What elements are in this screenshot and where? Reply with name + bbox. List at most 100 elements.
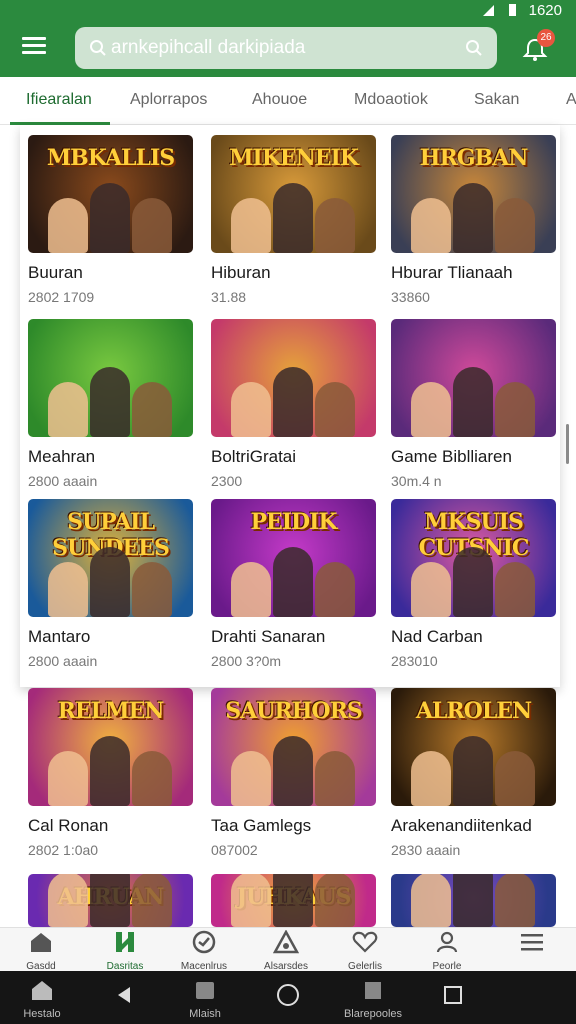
game-thumbnail[interactable]: SUPAIL SUNDEES	[28, 499, 193, 617]
alert-icon	[272, 929, 300, 954]
tab-1[interactable]: Aplorrapos	[130, 91, 207, 109]
game-thumbnail[interactable]: PEIDIK	[211, 499, 376, 617]
game-thumbnail[interactable]	[28, 319, 193, 437]
game-title: Game Biblliaren	[391, 447, 512, 466]
character-figure	[495, 198, 535, 253]
game-card[interactable]: MBKALLIS Buuran 2802 1709	[28, 135, 193, 305]
game-card[interactable]: BoltriGratai 2300	[211, 319, 376, 489]
nav-explore[interactable]: Macenlrus	[164, 930, 244, 972]
game-thumbnail[interactable]: HRGBAN	[391, 135, 556, 253]
game-thumbnail[interactable]: MBKALLIS	[28, 135, 193, 253]
notification-button[interactable]: 26	[521, 29, 555, 63]
game-card[interactable]	[391, 874, 556, 927]
sys-label: Hestalo	[23, 1008, 61, 1020]
game-meta: 2830 aaain	[391, 842, 461, 858]
nav-home[interactable]: Gasdd	[1, 930, 81, 972]
character-figure	[315, 562, 355, 617]
status-time: 1620	[528, 1, 562, 19]
nav-profile[interactable]: Peorle	[407, 930, 487, 972]
tab-4[interactable]: Sakan	[474, 91, 519, 109]
character-figure	[90, 183, 130, 253]
tab-0[interactable]: Ifiearalan	[26, 91, 92, 109]
game-thumbnail[interactable]	[211, 319, 376, 437]
game-card[interactable]: PEIDIK Drahti Sanaran 2800 3?0m	[211, 499, 376, 669]
home-icon	[32, 981, 52, 1000]
user-icon	[436, 931, 458, 953]
game-thumbnail[interactable]: ALROLEN	[391, 688, 556, 806]
game-thumbnail[interactable]	[391, 319, 556, 437]
character-figure	[411, 874, 451, 927]
tab-3[interactable]: Mdoaotiok	[354, 91, 428, 109]
tab-5[interactable]: A	[566, 91, 576, 109]
game-thumbnail[interactable]: MIKENEIK	[211, 135, 376, 253]
game-card[interactable]: SUPAIL SUNDEES Mantaro 2800 aaain	[28, 499, 193, 669]
scrollbar[interactable]	[566, 424, 569, 464]
thumbnail-title: HRGBAN	[419, 145, 529, 171]
nav-alerts[interactable]: Alsarsdes	[246, 929, 326, 972]
character-figure	[453, 547, 493, 617]
game-title: Hiburan	[211, 263, 271, 282]
character-figure	[90, 547, 130, 617]
tab-2[interactable]: Ahouoe	[252, 91, 307, 109]
game-card[interactable]: Meahran 2800 aaain	[28, 319, 193, 489]
search-bar[interactable]: arnkepihcall darkipiada	[75, 27, 497, 69]
character-figure	[315, 382, 355, 437]
search-icon	[90, 40, 106, 56]
game-title: Drahti Sanaran	[211, 627, 326, 646]
sys-apps[interactable]: Mlaish	[160, 979, 250, 1020]
game-thumbnail[interactable]: AHRUAN	[28, 874, 193, 927]
back-icon	[118, 987, 130, 1003]
character-figure	[453, 183, 493, 253]
nav-bookmarks[interactable]: Dasritas	[85, 930, 165, 972]
search-submit-icon[interactable]	[465, 39, 483, 57]
character-figure	[411, 751, 451, 806]
app-header: arnkepihcall darkipiada 26	[0, 20, 576, 77]
game-thumbnail[interactable]	[391, 874, 556, 927]
nav-favorites[interactable]: Gelerlis	[325, 930, 405, 972]
menu-icon[interactable]	[22, 37, 46, 59]
game-card[interactable]: AHRUAN	[28, 874, 193, 927]
game-meta: 30m.4 n	[391, 473, 442, 489]
sys-back[interactable]	[79, 979, 169, 1014]
character-figure	[495, 751, 535, 806]
game-thumbnail[interactable]: JUHKAUS	[211, 874, 376, 927]
character-figure	[132, 562, 172, 617]
game-title: Hburar Tlianaah	[391, 263, 513, 282]
game-card[interactable]: SAURHORS Taa Gamlegs 087002	[211, 688, 376, 858]
game-card[interactable]: RELMEN Cal Ronan 2802 1:0a0	[28, 688, 193, 858]
sys-home[interactable]: Hestalo	[0, 979, 87, 1020]
game-card[interactable]: ALROLEN Arakenandiitenkad 2830 aaain	[391, 688, 556, 858]
sys-recents[interactable]	[408, 979, 498, 1014]
game-thumbnail[interactable]: RELMEN	[28, 688, 193, 806]
home-icon	[31, 933, 51, 952]
game-card[interactable]: MIKENEIK Hiburan 31.88	[211, 135, 376, 305]
game-meta: 283010	[391, 653, 438, 669]
character-figure	[495, 382, 535, 437]
category-tabs: Ifiearalan Aplorrapos Ahouoe Mdoaotiok S…	[0, 77, 576, 125]
game-meta: 2802 1:0a0	[28, 842, 99, 858]
character-figure	[315, 874, 355, 927]
game-card[interactable]: Game Biblliaren 30m.4 n	[391, 319, 556, 489]
character-figure	[411, 562, 451, 617]
sys-circle-home[interactable]	[243, 979, 333, 1014]
game-card[interactable]: JUHKAUS	[211, 874, 376, 927]
sys-packages[interactable]: Blarepooles	[328, 979, 418, 1020]
game-title: Buuran	[28, 263, 83, 282]
game-title: Cal Ronan	[28, 816, 109, 835]
character-figure	[132, 382, 172, 437]
menu-icon	[521, 934, 543, 951]
game-card[interactable]: HRGBAN Hburar Tlianaah 33860	[391, 135, 556, 305]
character-figure	[273, 547, 313, 617]
character-figure	[495, 874, 535, 927]
game-meta: 2300	[211, 473, 243, 489]
game-title: Meahran	[28, 447, 96, 466]
thumbnail-title: MIKENEIK	[229, 145, 359, 171]
game-thumbnail[interactable]: MKSUIS CUTSNIC	[391, 499, 556, 617]
search-input[interactable]: arnkepihcall darkipiada	[111, 37, 465, 59]
character-figure	[273, 367, 313, 437]
game-thumbnail[interactable]: SAURHORS	[211, 688, 376, 806]
game-card[interactable]: MKSUIS CUTSNIC Nad Carban 283010	[391, 499, 556, 669]
character-figure	[132, 198, 172, 253]
nav-menu[interactable]	[492, 930, 572, 961]
game-title: Arakenandiitenkad	[391, 816, 532, 835]
